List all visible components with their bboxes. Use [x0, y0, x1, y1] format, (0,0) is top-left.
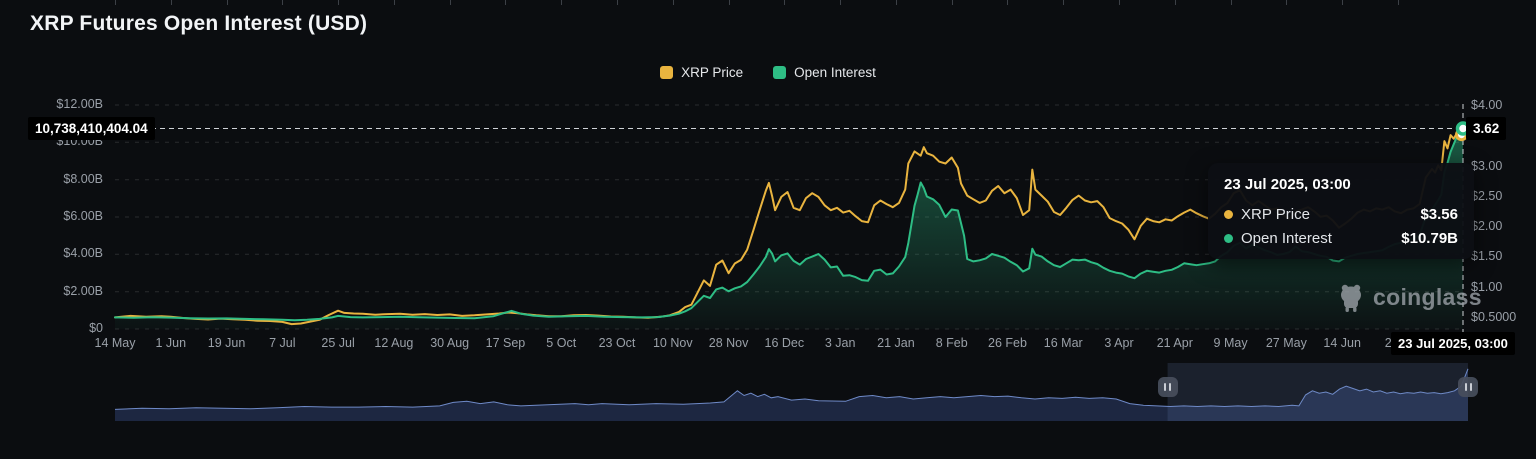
tooltip-row: Open Interest $10.79B — [1224, 230, 1458, 247]
tooltip-series-label: XRP Price — [1241, 206, 1310, 223]
tooltip-series-label: Open Interest — [1241, 230, 1332, 247]
navigator-left-handle[interactable] — [1157, 377, 1178, 397]
legend: XRP Price Open Interest — [0, 65, 1536, 80]
coinglass-watermark: coinglass — [1336, 281, 1482, 313]
tooltip-series-value: $3.56 — [1420, 206, 1458, 223]
page-title: XRP Futures Open Interest (USD) — [30, 12, 368, 35]
xrp-price-dot-icon — [1224, 210, 1233, 219]
tooltip-row: XRP Price $3.56 — [1224, 206, 1458, 223]
open-interest-dot-icon — [1224, 234, 1233, 243]
legend-label: Open Interest — [794, 65, 876, 80]
tooltip-date: 23 Jul 2025, 03:00 — [1224, 176, 1351, 193]
legend-label: XRP Price — [681, 65, 744, 80]
chart-tooltip: 23 Jul 2025, 03:00 XRP Price $3.56 Open … — [1208, 163, 1474, 259]
crosshair-left-value-box: 10,738,410,404.04 — [28, 117, 155, 140]
coinglass-logo-icon — [1341, 284, 1361, 312]
watermark-text: coinglass — [1373, 283, 1482, 310]
tooltip-series-value: $10.79B — [1401, 230, 1458, 247]
legend-item-xrp-price[interactable]: XRP Price — [660, 65, 743, 80]
navigator-selected-range[interactable] — [1167, 363, 1468, 421]
xrp-price-swatch-icon — [660, 66, 674, 79]
navigator-right-handle[interactable] — [1458, 377, 1478, 397]
legend-item-open-interest[interactable]: Open Interest — [773, 65, 876, 80]
open-interest-swatch-icon — [773, 66, 787, 79]
chart-stage: $12.00B $10.00B $8.00B $6.00B $4.00B $2.00B $0… — [0, 0, 1536, 459]
crosshair-right-value-box: 3.62 — [1466, 117, 1507, 140]
crosshair-date-box: 23 Jul 2025, 03:00 — [1391, 332, 1515, 355]
